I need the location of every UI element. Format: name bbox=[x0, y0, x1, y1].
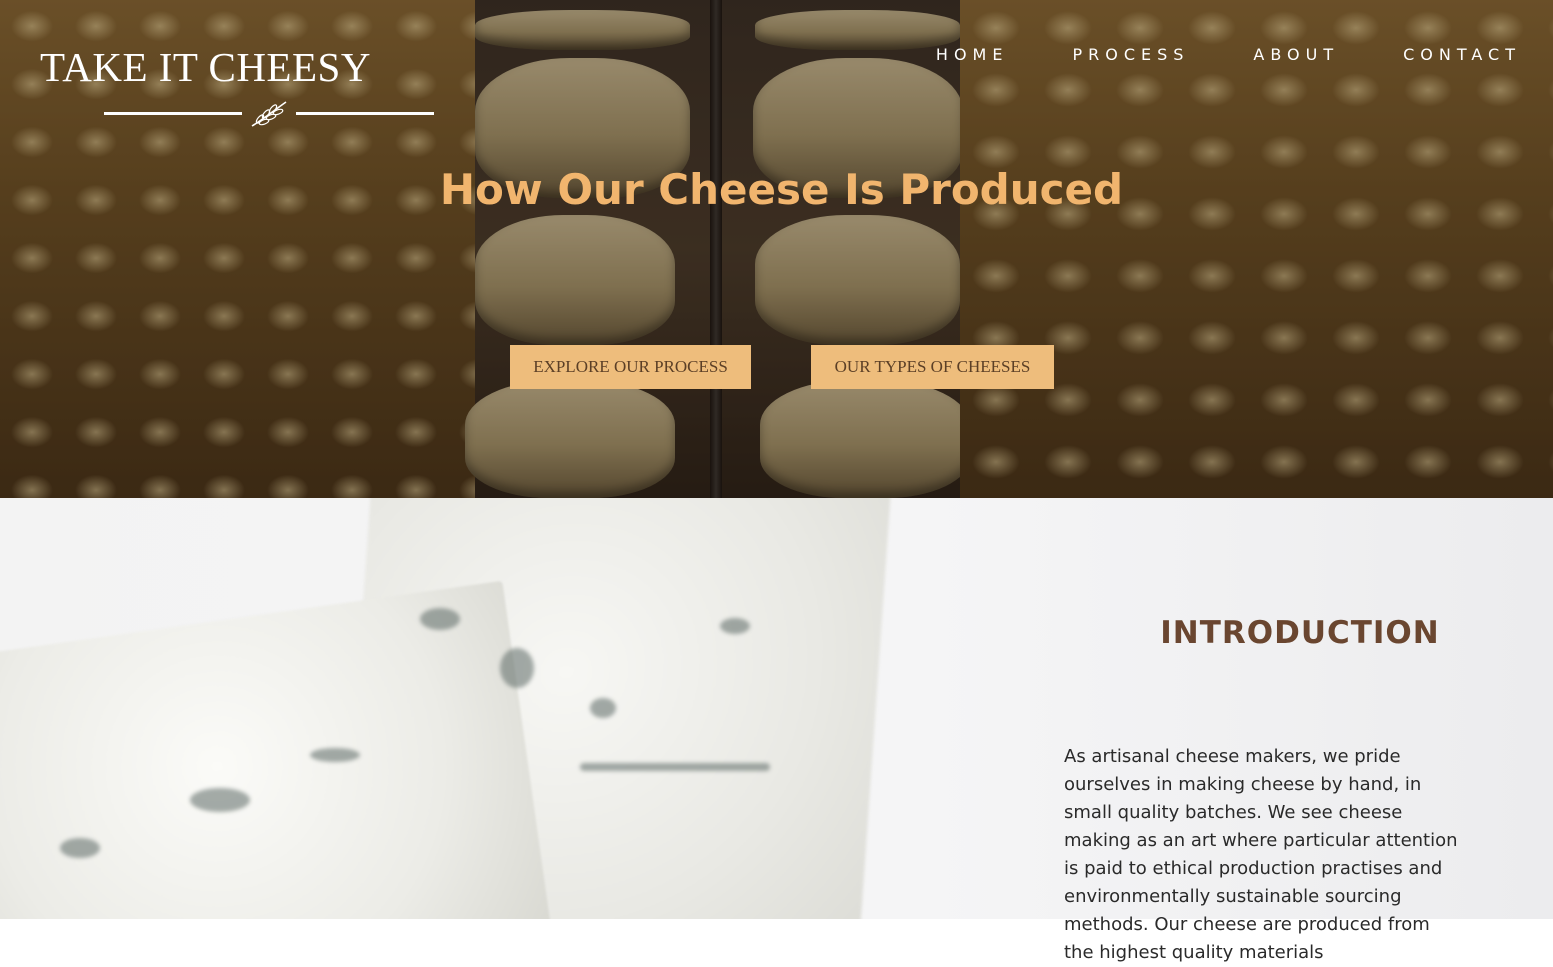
nav-item-about[interactable]: ABOUT bbox=[1253, 44, 1339, 66]
nav-item-process[interactable]: PROCESS bbox=[1072, 44, 1189, 66]
blue-cheese-image bbox=[0, 498, 900, 919]
logo-rule-right bbox=[296, 112, 434, 115]
nav-item-contact[interactable]: CONTACT bbox=[1403, 44, 1521, 66]
brand-logo[interactable]: TAKE IT CHEESY bbox=[40, 44, 440, 134]
logo-rule-left bbox=[104, 112, 242, 115]
introduction-heading: INTRODUCTION bbox=[1160, 615, 1440, 651]
explore-process-button[interactable]: EXPLORE OUR PROCESS bbox=[510, 345, 751, 389]
introduction-body: As artisanal cheese makers, we pride our… bbox=[1064, 746, 1458, 963]
laurel-branch-icon bbox=[251, 101, 287, 127]
hero-section: TAKE IT CHEESY HOME PROCESS ABOUT CONTAC… bbox=[0, 0, 1553, 498]
main-nav: HOME PROCESS ABOUT CONTACT bbox=[936, 44, 1521, 66]
cheese-types-button[interactable]: OUR TYPES OF CHEESES bbox=[811, 345, 1054, 389]
brand-name: TAKE IT CHEESY bbox=[40, 44, 371, 90]
nav-item-home[interactable]: HOME bbox=[936, 44, 1009, 66]
hero-title: How Our Cheese Is Produced bbox=[439, 165, 1124, 214]
